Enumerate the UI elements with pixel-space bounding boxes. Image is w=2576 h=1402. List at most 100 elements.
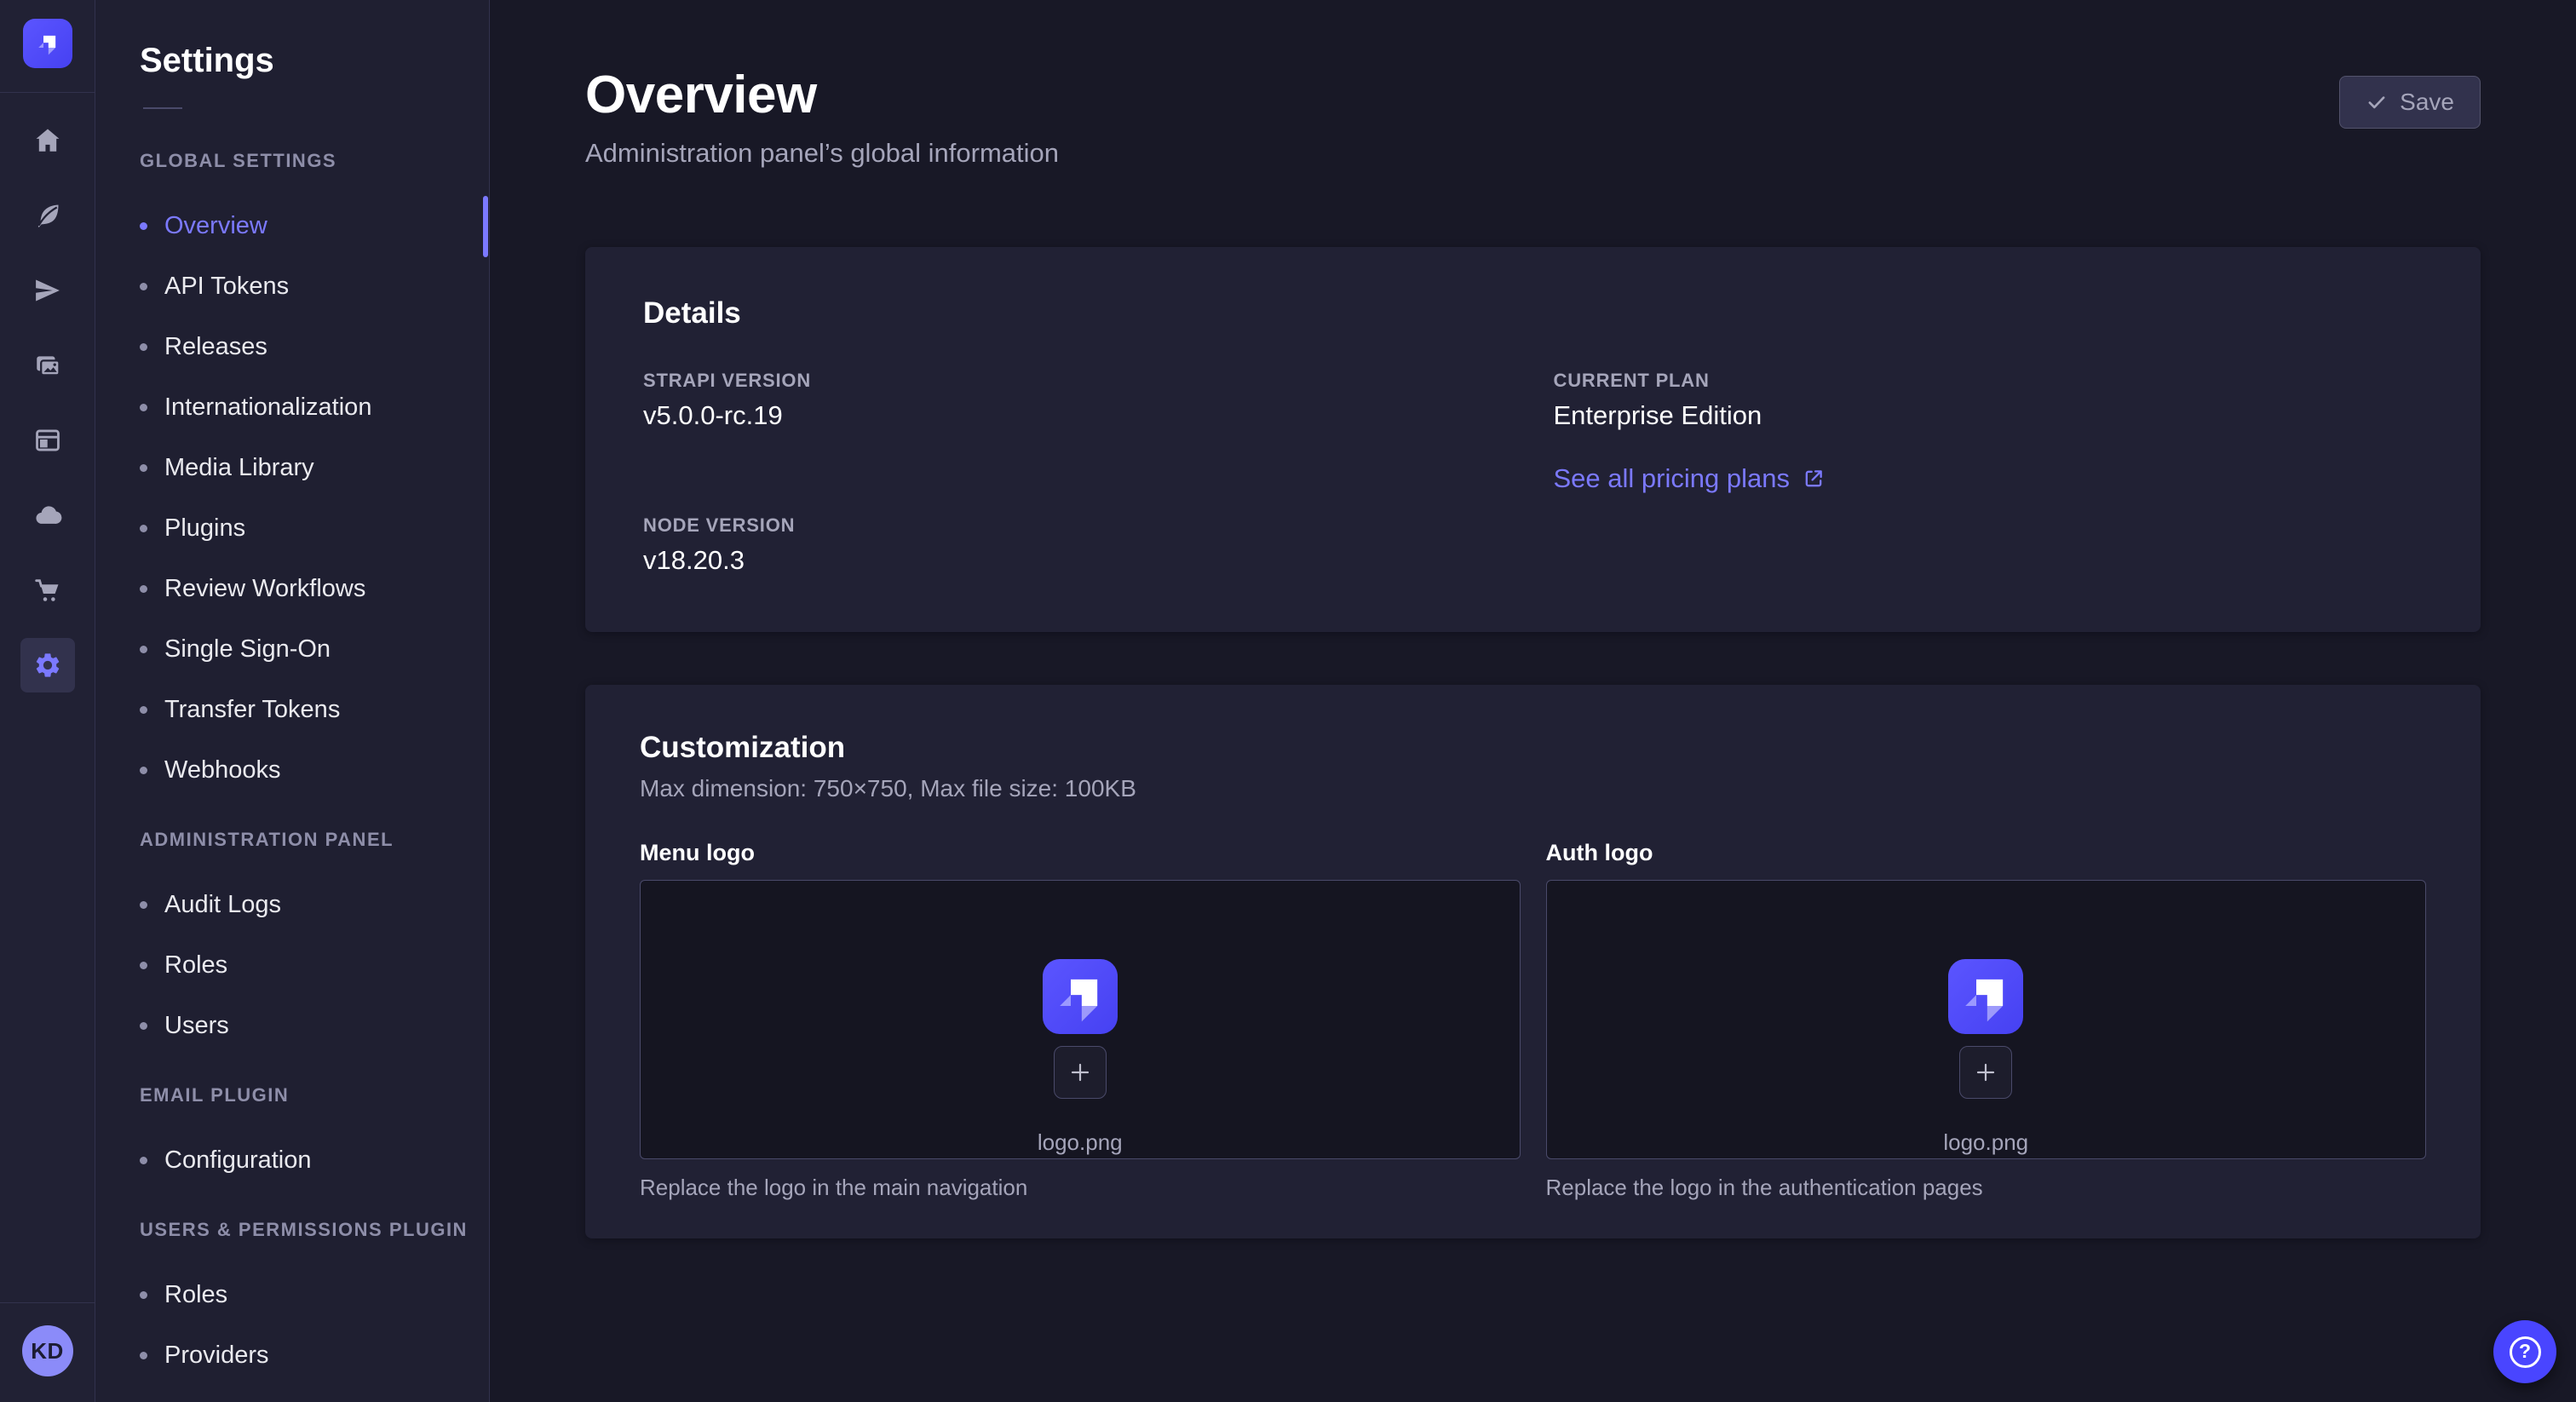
check-icon — [2366, 91, 2388, 113]
details-right-column: CURRENT PLAN Enterprise Edition See all … — [1554, 370, 2424, 576]
subnav-section-label: EMAIL PLUGIN — [140, 1084, 489, 1106]
paper-plane-icon[interactable] — [20, 263, 75, 318]
details-left-column: STRAPI VERSION v5.0.0-rc.19 NODE VERSION… — [643, 370, 1513, 576]
customization-constraints: Max dimension: 750×750, Max file size: 1… — [640, 775, 2426, 802]
details-heading: Details — [643, 296, 2423, 330]
subnav-item-label: API Tokens — [164, 273, 289, 301]
field-label: CURRENT PLAN — [1554, 370, 2424, 392]
feather-icon[interactable] — [20, 188, 75, 243]
subnav-item-users[interactable]: Users — [95, 996, 489, 1056]
strapi-logo[interactable] — [23, 19, 72, 68]
menu-logo-caption: Replace the logo in the main navigation — [640, 1175, 1521, 1201]
subnav-item-roles[interactable]: Roles — [95, 1265, 489, 1325]
menu-logo-label: Menu logo — [640, 840, 1521, 866]
avatar[interactable]: KD — [22, 1325, 73, 1376]
menu-logo-section: Menu logo logo.png — [640, 840, 1521, 1201]
subnav-item-list: Configuration — [95, 1130, 489, 1191]
main-nav-rail: KD — [0, 0, 95, 1402]
dot-icon — [140, 585, 147, 593]
dot-icon — [140, 1352, 147, 1359]
dot-icon — [140, 1157, 147, 1164]
dot-icon — [140, 1291, 147, 1299]
subnav-item-list: Overview API Tokens Releases Internationali… — [95, 196, 489, 801]
subnav-item-label: Media Library — [164, 454, 314, 482]
subnav-section-label: ADMINISTRATION PANEL — [140, 829, 489, 851]
dot-icon — [140, 222, 147, 230]
subnav-item-media-library[interactable]: Media Library — [95, 438, 489, 498]
settings-gear-icon[interactable] — [20, 638, 75, 692]
field-value: v18.20.3 — [643, 545, 1513, 576]
subnav-item-label: Releases — [164, 333, 267, 361]
subnav-item-label: Roles — [164, 1281, 227, 1309]
question-mark-glyph: ? — [2519, 1340, 2531, 1363]
field-label: STRAPI VERSION — [643, 370, 1513, 392]
subnav-item-webhooks[interactable]: Webhooks — [95, 740, 489, 801]
subnav-title: Settings — [140, 41, 489, 80]
subnav-item-label: Audit Logs — [164, 891, 281, 919]
subnav-item-transfer-tokens[interactable]: Transfer Tokens — [95, 680, 489, 740]
subnav-item-single-sign-on[interactable]: Single Sign-On — [95, 619, 489, 680]
subnav-item-overview[interactable]: Overview — [95, 196, 489, 256]
auth-logo-upload-box[interactable]: logo.png — [1546, 880, 2427, 1159]
field-value: v5.0.0-rc.19 — [643, 400, 1513, 431]
external-link-icon — [1802, 467, 1826, 491]
page-subtitle: Administration panel’s global informatio… — [585, 138, 2481, 169]
dot-icon — [140, 283, 147, 290]
subnav-item-label: Overview — [164, 212, 267, 240]
subnav-item-label: Plugins — [164, 514, 245, 543]
strapi-logo-mark — [1043, 959, 1118, 1034]
menu-logo-upload-box[interactable]: logo.png — [640, 880, 1521, 1159]
plus-icon — [1067, 1060, 1093, 1085]
auth-logo-preview — [1948, 959, 2023, 1034]
dot-icon — [140, 646, 147, 653]
subnav-item-label: Webhooks — [164, 756, 281, 784]
menu-logo-add-button[interactable] — [1054, 1046, 1107, 1099]
subnav-item-configuration[interactable]: Configuration — [95, 1130, 489, 1191]
save-button-label: Save — [2400, 89, 2454, 116]
pricing-plans-link[interactable]: See all pricing plans — [1554, 463, 1826, 494]
customization-heading: Customization — [640, 731, 2426, 765]
save-button[interactable]: Save — [2339, 76, 2481, 129]
dot-icon — [140, 706, 147, 714]
auth-logo-add-button[interactable] — [1959, 1046, 2012, 1099]
page-header: Overview Administration panel’s global i… — [585, 0, 2481, 169]
dot-icon — [140, 404, 147, 411]
dot-icon — [140, 901, 147, 909]
auth-logo-label: Auth logo — [1546, 840, 2427, 866]
subnav-item-internationalization[interactable]: Internationalization — [95, 377, 489, 438]
subnav-item-label: Providers — [164, 1342, 269, 1370]
rail-divider — [0, 1302, 95, 1303]
subnav-item-label: Internationalization — [164, 394, 371, 422]
strapi-logo-mark — [31, 26, 65, 60]
media-library-icon[interactable] — [20, 338, 75, 393]
subnav-item-audit-logs[interactable]: Audit Logs — [95, 875, 489, 935]
subnav-item-label: Users — [164, 1012, 229, 1040]
settings-subnav: Settings GLOBAL SETTINGSOverviewAPI Toke… — [95, 0, 490, 1402]
subnav-item-list: Roles Providers — [95, 1265, 489, 1386]
dot-icon — [140, 525, 147, 532]
subnav-item-releases[interactable]: Releases — [95, 317, 489, 377]
marketplace-cart-icon[interactable] — [20, 563, 75, 618]
subnav-item-roles[interactable]: Roles — [95, 935, 489, 996]
menu-logo-preview — [1043, 959, 1118, 1034]
layout-icon[interactable] — [20, 413, 75, 468]
customization-card: Customization Max dimension: 750×750, Ma… — [585, 685, 2481, 1238]
subnav-item-plugins[interactable]: Plugins — [95, 498, 489, 559]
subnav-item-list: Audit Logs Roles Users — [95, 875, 489, 1056]
strapi-admin-settings-page: { "colors": { "primary": "#4945ff", "pri… — [0, 0, 2576, 1402]
subnav-item-label: Transfer Tokens — [164, 696, 340, 724]
subnav-item-providers[interactable]: Providers — [95, 1325, 489, 1386]
help-button[interactable]: ? — [2493, 1320, 2556, 1383]
subnav-item-review-workflows[interactable]: Review Workflows — [95, 559, 489, 619]
subnav-item-label: Roles — [164, 951, 227, 980]
cloud-icon[interactable] — [20, 488, 75, 543]
subnav-item-label: Single Sign-On — [164, 635, 331, 664]
main-content: Overview Administration panel’s global i… — [490, 0, 2576, 1402]
subnav-section: ADMINISTRATION PANEL Audit Logs Roles Users — [95, 829, 489, 1056]
field-label: NODE VERSION — [643, 514, 1513, 537]
question-mark-icon: ? — [2510, 1336, 2541, 1368]
subnav-item-api-tokens[interactable]: API Tokens — [95, 256, 489, 317]
dot-icon — [140, 464, 147, 472]
home-icon[interactable] — [20, 113, 75, 168]
dot-icon — [140, 767, 147, 774]
